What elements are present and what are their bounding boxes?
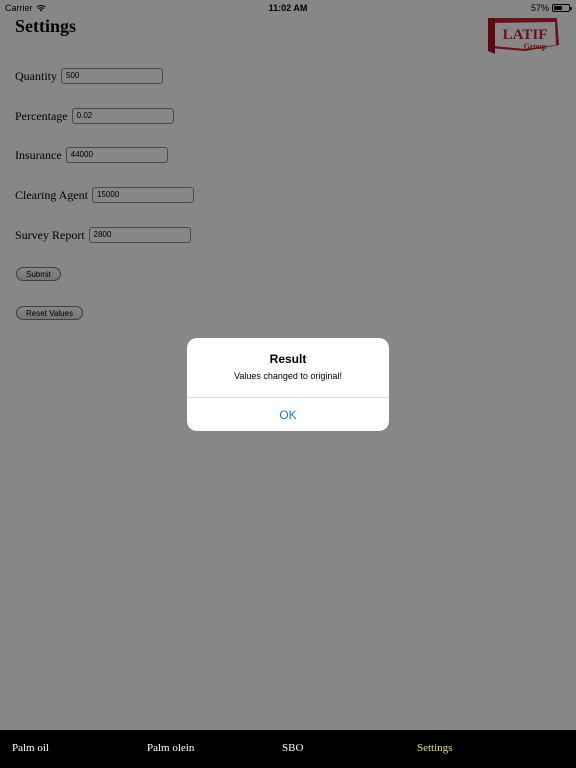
- settings-screen: Carrier 11:02 AM 57% Settings LATIF Grou…: [0, 0, 576, 768]
- tab-bar: Palm oil Palm olein SBO Settings: [0, 730, 576, 768]
- alert-ok-button[interactable]: OK: [187, 398, 389, 431]
- tab-palm-olein[interactable]: Palm olein: [147, 742, 194, 754]
- result-alert: Result Values changed to original! OK: [187, 338, 389, 431]
- tab-settings[interactable]: Settings: [417, 742, 452, 754]
- tab-palm-oil[interactable]: Palm oil: [12, 742, 49, 754]
- tab-sbo[interactable]: SBO: [282, 742, 303, 754]
- alert-message: Values changed to original!: [234, 371, 342, 381]
- alert-title: Result: [269, 352, 307, 366]
